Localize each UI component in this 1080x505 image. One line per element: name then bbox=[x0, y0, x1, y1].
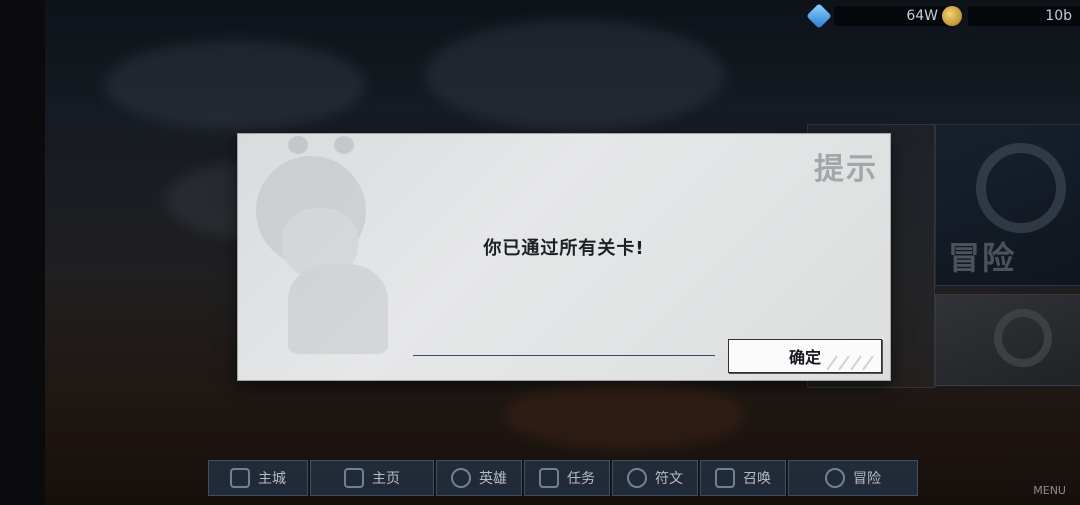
confirm-label: 确定 bbox=[788, 348, 821, 367]
hero-icon bbox=[451, 468, 471, 488]
nav-label: 召唤 bbox=[743, 471, 771, 487]
task-icon bbox=[539, 468, 559, 488]
gold-coin-icon bbox=[942, 6, 962, 26]
gem-icon bbox=[806, 3, 832, 29]
home-icon bbox=[344, 468, 364, 488]
nav-summon[interactable]: 召唤 bbox=[700, 460, 786, 496]
castle-icon bbox=[230, 468, 250, 488]
nav-label: 任务 bbox=[567, 471, 595, 487]
nav-adventure[interactable]: 冒险 bbox=[788, 460, 918, 496]
gold-amount: 10b bbox=[968, 6, 1080, 26]
bottom-nav: 主城 主页 英雄 任务 符文 召唤 冒险 bbox=[208, 460, 918, 496]
nav-task[interactable]: 任务 bbox=[524, 460, 610, 496]
nav-label: 英雄 bbox=[479, 471, 507, 487]
nav-label: 符文 bbox=[655, 471, 683, 487]
confirm-button[interactable]: 确定 bbox=[728, 339, 882, 373]
nav-label: 冒险 bbox=[853, 471, 881, 487]
gem-counter: 64W bbox=[806, 3, 950, 29]
left-black-bar bbox=[0, 0, 45, 505]
dialog-divider bbox=[413, 355, 715, 356]
gem-amount: 64W bbox=[834, 6, 950, 26]
nav-home[interactable]: 主页 bbox=[310, 460, 434, 496]
menu-button[interactable]: MENU bbox=[1033, 484, 1066, 497]
nav-label: 主城 bbox=[258, 471, 286, 487]
notice-dialog: 提示 你已通过所有关卡! 确定 bbox=[238, 134, 890, 380]
adventure-icon bbox=[825, 468, 845, 488]
nav-label: 主页 bbox=[372, 471, 400, 487]
summon-icon bbox=[715, 468, 735, 488]
gold-counter: 10b bbox=[942, 5, 1080, 27]
nav-rune[interactable]: 符文 bbox=[612, 460, 698, 496]
nav-hero[interactable]: 英雄 bbox=[436, 460, 522, 496]
dialog-title: 提示 bbox=[814, 152, 878, 187]
stripe-decoration bbox=[827, 356, 874, 370]
rune-icon bbox=[627, 468, 647, 488]
dialog-message: 你已通过所有关卡! bbox=[483, 238, 645, 259]
nav-main-city[interactable]: 主城 bbox=[208, 460, 308, 496]
